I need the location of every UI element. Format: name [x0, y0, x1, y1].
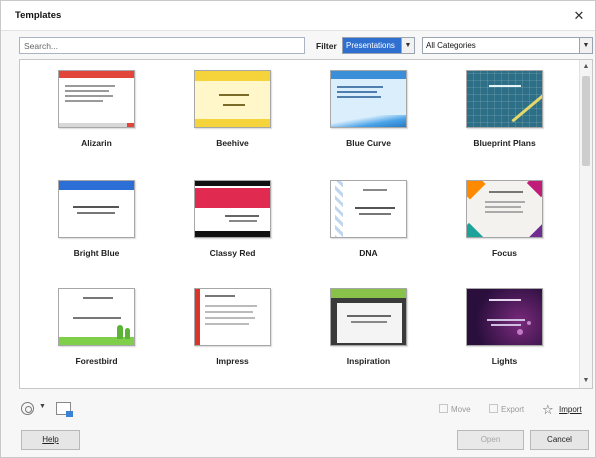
template-item-classy-red[interactable]: Classy Red: [176, 170, 306, 275]
open-button[interactable]: Open: [457, 430, 524, 450]
gear-icon[interactable]: [21, 402, 34, 415]
template-thumbnail: [194, 180, 271, 238]
template-item-beehive[interactable]: Beehive: [176, 60, 306, 165]
template-name: Blueprint Plans: [473, 138, 536, 148]
category-select[interactable]: All Categories ▼: [422, 37, 593, 54]
title-bar: Templates ✕: [1, 1, 595, 31]
chevron-down-icon[interactable]: ▼: [401, 38, 414, 53]
template-name: Lights: [491, 356, 518, 366]
export-icon: [489, 404, 498, 413]
import-label: Import: [559, 405, 582, 414]
filter-type-value: Presentations: [343, 38, 401, 53]
template-name: Focus: [491, 248, 518, 258]
vertical-scrollbar[interactable]: ▲ ▼: [579, 60, 592, 388]
scrollbar-thumb[interactable]: [582, 76, 590, 166]
template-name: Bright Blue: [73, 248, 120, 258]
template-thumbnail: [194, 70, 271, 128]
template-thumbnail: [466, 288, 543, 346]
template-item-blue-curve[interactable]: Blue Curve: [312, 60, 442, 165]
help-button[interactable]: Help: [21, 430, 80, 450]
template-item-inspiration[interactable]: Inspiration: [312, 278, 442, 383]
template-thumbnail: [58, 180, 135, 238]
template-item-lights[interactable]: Lights: [448, 278, 578, 383]
template-name: Alizarin: [81, 138, 112, 148]
dialog-title: Templates: [15, 10, 62, 21]
template-item-focus[interactable]: Focus: [448, 170, 578, 275]
template-item-bright-blue[interactable]: Bright Blue: [40, 170, 170, 275]
template-thumbnail: [330, 70, 407, 128]
filter-label: Filter: [316, 41, 337, 51]
template-thumbnail: [466, 180, 543, 238]
template-item-dna[interactable]: DNA: [312, 170, 442, 275]
search-input[interactable]: [19, 37, 305, 54]
template-name: Inspiration: [346, 356, 391, 366]
chevron-down-icon[interactable]: ▼: [39, 403, 46, 410]
template-name: Beehive: [216, 138, 249, 148]
export-label: Export: [501, 405, 525, 414]
template-thumbnail: [58, 288, 135, 346]
template-name: Blue Curve: [346, 138, 391, 148]
import-button[interactable]: ☆ Import: [542, 402, 582, 417]
template-thumbnail: [194, 288, 271, 346]
template-item-impress[interactable]: Impress: [176, 278, 306, 383]
move-icon: [439, 404, 448, 413]
template-item-blueprint-plans[interactable]: Blueprint Plans: [448, 60, 578, 165]
move-button[interactable]: Move: [439, 404, 471, 414]
template-name: Forestbird: [75, 356, 118, 366]
template-thumbnail: [330, 288, 407, 346]
close-icon[interactable]: ✕: [569, 6, 589, 26]
browse-online-icon[interactable]: [56, 402, 73, 417]
template-name: Impress: [216, 356, 249, 366]
bottom-bar: ▼ Move Export ☆ Import Help Open Cancel: [1, 393, 595, 458]
template-item-alizarin[interactable]: Alizarin: [40, 60, 170, 165]
move-label: Move: [451, 405, 471, 414]
star-import-icon: ☆: [542, 402, 554, 417]
filter-type-select[interactable]: Presentations ▼: [342, 37, 415, 54]
category-value: All Categories: [426, 41, 476, 50]
chevron-down-icon[interactable]: ▼: [580, 375, 592, 387]
templates-dialog: Templates ✕ Filter Presentations ▼ All C…: [0, 0, 596, 458]
template-item-forestbird[interactable]: Forestbird: [40, 278, 170, 383]
chevron-up-icon[interactable]: ▲: [580, 61, 592, 73]
export-button[interactable]: Export: [489, 404, 524, 414]
template-name: DNA: [359, 248, 378, 258]
template-thumbnail: [58, 70, 135, 128]
template-thumbnail: [330, 180, 407, 238]
template-name: Classy Red: [209, 248, 256, 258]
template-grid: Alizarin Beehive Blue Curve Blueprint Pl…: [19, 59, 593, 389]
chevron-down-icon[interactable]: ▼: [579, 38, 592, 53]
cancel-button[interactable]: Cancel: [530, 430, 589, 450]
template-thumbnail: [466, 70, 543, 128]
